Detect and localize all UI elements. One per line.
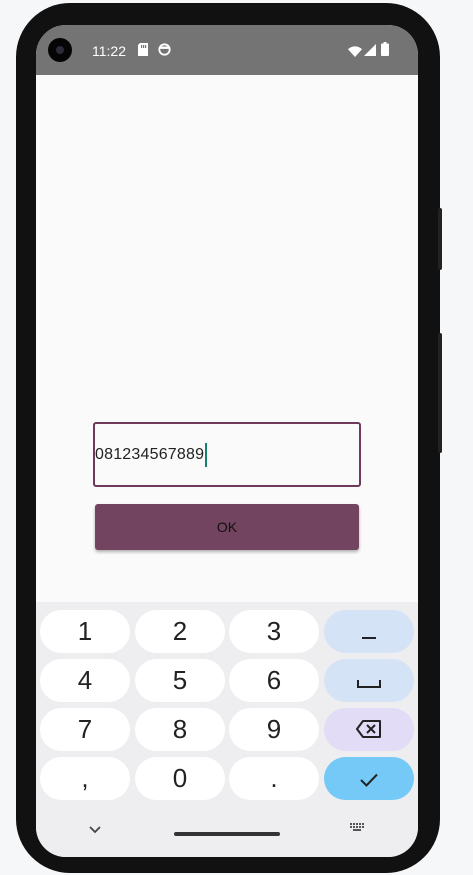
key-space[interactable] <box>324 659 414 702</box>
numeric-keyboard: 1 2 3 4 5 6 7 8 9 , 0 . <box>36 602 418 857</box>
chevron-down-icon[interactable] <box>88 822 102 840</box>
check-icon <box>360 763 378 794</box>
ok-button[interactable]: OK <box>95 504 359 550</box>
wifi-icon <box>348 44 362 62</box>
key-8[interactable]: 8 <box>135 708 225 751</box>
cell-signal-icon <box>364 43 376 61</box>
key-4[interactable]: 4 <box>40 659 130 702</box>
key-backspace[interactable] <box>324 708 414 751</box>
key-5[interactable]: 5 <box>135 659 225 702</box>
space-icon <box>357 665 381 696</box>
key-period[interactable]: . <box>229 757 319 800</box>
key-2[interactable]: 2 <box>135 610 225 653</box>
app-content: 081234567889 OK <box>36 75 418 602</box>
home-handle[interactable] <box>174 832 280 836</box>
minus-icon <box>362 616 376 647</box>
key-minus[interactable] <box>324 610 414 653</box>
phone-frame: 11:22 081234567889 OK 1 2 3 4 5 6 7 8 9 … <box>16 3 442 873</box>
front-camera <box>48 38 72 62</box>
key-0[interactable]: 0 <box>135 757 225 800</box>
phone-number-value: 081234567889 <box>95 445 205 463</box>
text-caret <box>205 442 208 467</box>
power-button <box>438 208 442 270</box>
backspace-icon <box>356 714 382 745</box>
navigation-bar <box>36 808 418 857</box>
status-time: 11:22 <box>92 43 126 59</box>
key-enter[interactable] <box>324 757 414 800</box>
screen: 11:22 081234567889 OK 1 2 3 4 5 6 7 8 9 … <box>36 25 418 857</box>
battery-icon <box>381 42 389 61</box>
face-status-icon <box>158 43 171 61</box>
volume-button <box>438 333 442 453</box>
phone-number-input[interactable]: 081234567889 <box>93 422 361 487</box>
sd-card-icon <box>138 43 148 61</box>
key-1[interactable]: 1 <box>40 610 130 653</box>
key-comma[interactable]: , <box>40 757 130 800</box>
key-7[interactable]: 7 <box>40 708 130 751</box>
key-9[interactable]: 9 <box>229 708 319 751</box>
keyboard-switch-icon[interactable] <box>350 822 366 840</box>
key-3[interactable]: 3 <box>229 610 319 653</box>
status-bar: 11:22 <box>36 25 418 75</box>
key-6[interactable]: 6 <box>229 659 319 702</box>
